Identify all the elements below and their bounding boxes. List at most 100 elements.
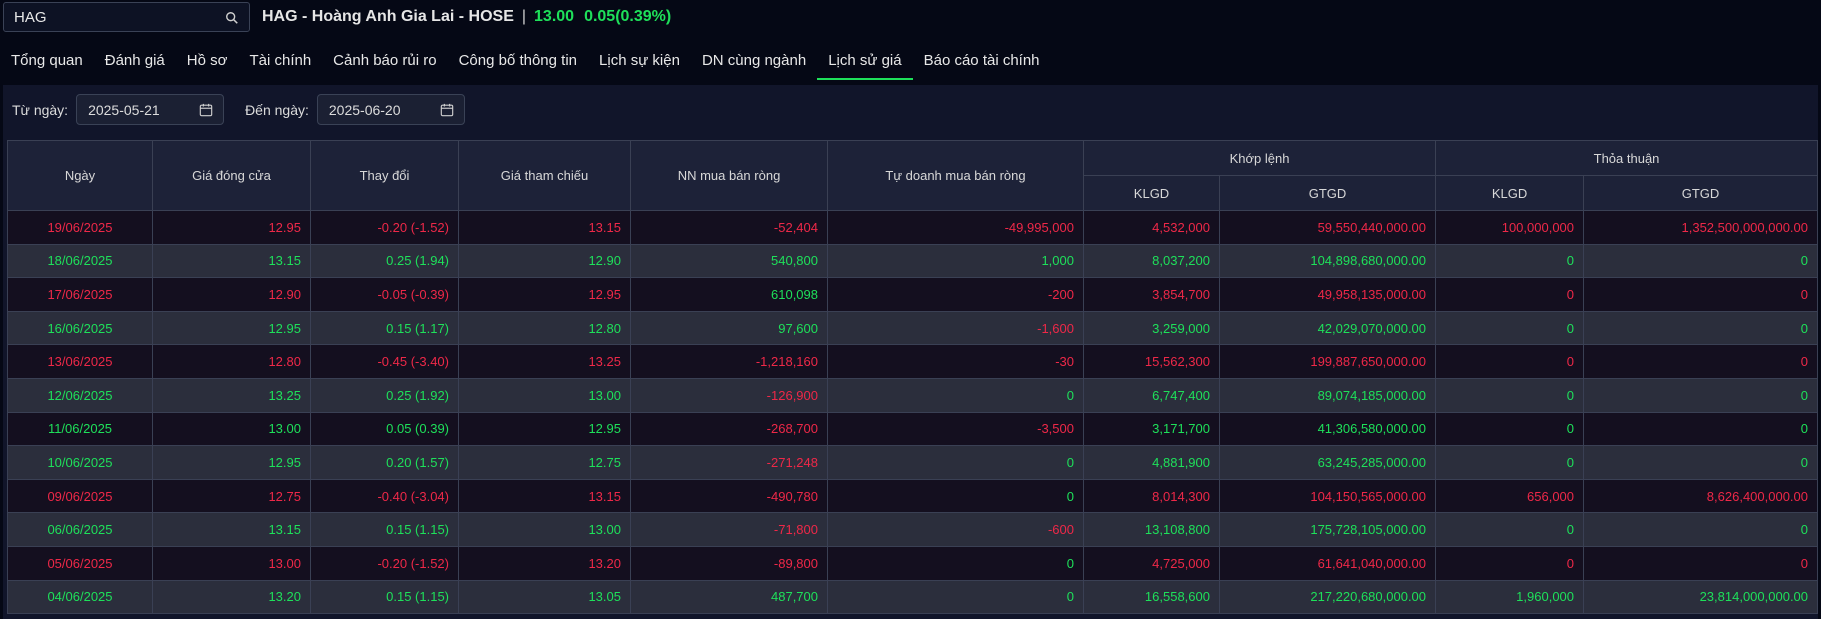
deal-value-cell: 0 [1583,411,1819,447]
col-header-matched-volume: KLGD [1083,175,1220,211]
change-cell: 0.15 (1.15) [310,512,459,547]
tab-item[interactable]: Lịch sử giá [817,46,914,80]
matched-volume-cell: 13,108,800 [1083,512,1220,547]
tab-bar: Tổng quan Đánh giá Hồ sơ Tài chính Cảnh báo … [0,46,1051,80]
price-history-table-wrapper: Ngày Giá đóng cửa Thay đổi Giá tham chiế… [7,140,1819,615]
to-date-label: Đến ngày: [245,101,309,118]
table-row[interactable]: 18/06/2025 13.15 0.25 (1.94) 12.90 540,800 1,… [7,243,1819,279]
tab-item[interactable]: Đánh giá [94,46,176,80]
ref-price-cell: 13.25 [458,344,631,379]
matched-volume-cell: 16,558,600 [1083,579,1220,615]
tab-item[interactable]: Báo cáo tài chính [913,46,1051,80]
col-header-matched-value: GTGD [1218,175,1437,211]
tab-item[interactable]: Cảnh báo rủi ro [322,46,447,80]
price-change: 0.05(0.39%) [584,8,672,25]
ref-price-cell: 13.00 [458,377,631,413]
calendar-icon[interactable] [440,103,454,117]
search-icon[interactable] [225,11,239,25]
table-row[interactable]: 16/06/2025 12.95 0.15 (1.17) 12.80 97,600 -1,… [7,310,1819,346]
tab-item[interactable]: Hồ sơ [176,46,239,80]
matched-volume-cell: 3,259,000 [1083,310,1220,346]
prop-net-cell: 0 [827,579,1084,615]
change-cell: 0.25 (1.94) [310,243,459,279]
ref-price-cell: 13.15 [458,210,631,245]
deal-value-cell: 0 [1583,277,1819,312]
table-row[interactable]: 06/06/2025 13.15 0.15 (1.15) 13.00 -71,800 -6… [7,512,1819,547]
change-cell: -0.40 (-3.04) [310,478,459,514]
deal-volume-cell: 0 [1435,243,1585,279]
close-price-cell: 13.20 [152,579,311,615]
deal-volume-cell: 0 [1435,411,1585,447]
matched-volume-cell: 8,037,200 [1083,243,1220,279]
date-cell: 05/06/2025 [7,545,153,581]
ref-price-cell: 12.95 [458,411,631,447]
deal-volume-cell: 0 [1435,377,1585,413]
date-cell: 19/06/2025 [7,210,153,245]
tab-item[interactable]: Tổng quan [0,46,94,80]
change-cell: 0.20 (1.57) [310,445,459,480]
calendar-icon[interactable] [199,103,213,117]
search-input[interactable] [4,7,221,27]
prop-net-cell: 1,000 [827,243,1084,279]
deal-value-cell: 1,352,500,000,000.00 [1583,210,1819,245]
tab-item[interactable]: Tài chính [238,46,322,80]
close-price-cell: 12.75 [152,478,311,514]
table-row[interactable]: 05/06/2025 13.00 -0.20 (-1.52) 13.20 -89,800… [7,545,1819,581]
tab-item[interactable]: DN cùng ngành [691,46,817,80]
deal-volume-cell: 100,000,000 [1435,210,1585,245]
matched-volume-cell: 6,747,400 [1083,377,1220,413]
table-row[interactable]: 09/06/2025 12.75 -0.40 (-3.04) 13.15 -490,78… [7,478,1819,514]
col-header-change: Thay đổi [310,140,459,211]
from-date-picker[interactable]: 2025-05-21 [76,94,225,125]
close-price-cell: 12.90 [152,277,311,312]
change-cell: -0.45 (-3.40) [310,344,459,379]
deal-volume-cell: 0 [1435,512,1585,547]
foreign-net-cell: -1,218,160 [630,344,828,379]
table-row[interactable]: 10/06/2025 12.95 0.20 (1.57) 12.75 -271,248 0… [7,445,1819,480]
matched-value-cell: 104,898,680,000.00 [1218,243,1437,279]
table-row[interactable]: 04/06/2025 13.20 0.15 (1.15) 13.05 487,700 0 1… [7,579,1819,615]
close-price-cell: 13.25 [152,377,311,413]
to-date-picker[interactable]: 2025-06-20 [316,94,465,125]
table-header: Ngày Giá đóng cửa Thay đổi Giá tham chiế… [7,140,1819,211]
table-row[interactable]: 17/06/2025 12.90 -0.05 (-0.39) 12.95 610,098… [7,277,1819,312]
col-group-matched: Khớp lệnh [1082,140,1437,176]
matched-volume-cell: 3,171,700 [1083,411,1220,447]
table-row[interactable]: 19/06/2025 12.95 -0.20 (-1.52) 13.15 -52,404… [7,210,1819,245]
date-cell: 16/06/2025 [7,310,153,346]
top-bar: HAG - Hoàng Anh Gia Lai - HOSE | 13.00 0… [0,0,1821,34]
foreign-net-cell: -490,780 [630,478,828,514]
deal-value-cell: 23,814,000,000.00 [1583,579,1819,615]
deal-volume-cell: 0 [1435,344,1585,379]
matched-value-cell: 217,220,680,000.00 [1218,579,1437,615]
deal-value-cell: 8,626,400,000.00 [1583,478,1819,514]
col-header-prop-net: Tự doanh mua bán ròng [827,140,1084,211]
date-cell: 13/06/2025 [7,344,153,379]
deal-value-cell: 0 [1583,243,1819,279]
tab-item[interactable]: Lịch sự kiện [588,46,691,80]
date-cell: 10/06/2025 [7,445,153,480]
matched-value-cell: 63,245,285,000.00 [1218,445,1437,480]
matched-volume-cell: 4,532,000 [1083,210,1220,245]
table-row[interactable]: 13/06/2025 12.80 -0.45 (-3.40) 13.25 -1,218,… [7,344,1819,379]
table-row[interactable]: 12/06/2025 13.25 0.25 (1.92) 13.00 -126,900 0… [7,377,1819,413]
prop-net-cell: 0 [827,445,1084,480]
table-body: 19/06/2025 12.95 -0.20 (-1.52) 13.15 -52,404… [7,210,1819,615]
search-box[interactable] [3,2,250,32]
tab-item[interactable]: Công bố thông tin [448,46,588,80]
prop-net-cell: -1,600 [827,310,1084,346]
col-header-deal-volume: KLGD [1435,175,1585,211]
prop-net-cell: -600 [827,512,1084,547]
close-price-cell: 12.95 [152,310,311,346]
change-cell: 0.15 (1.15) [310,579,459,615]
close-price-cell: 13.15 [152,512,311,547]
deal-volume-cell: 1,960,000 [1435,579,1585,615]
date-filters: Từ ngày: 2025-05-21 Đến ngày: 2025-06-20 [12,93,486,126]
date-cell: 18/06/2025 [7,243,153,279]
foreign-net-cell: -268,700 [630,411,828,447]
deal-value-cell: 0 [1583,310,1819,346]
change-cell: 0.15 (1.17) [310,310,459,346]
table-row[interactable]: 11/06/2025 13.00 0.05 (0.39) 12.95 -268,700-… [7,411,1819,447]
matched-volume-cell: 15,562,300 [1083,344,1220,379]
close-price-cell: 13.15 [152,243,311,279]
